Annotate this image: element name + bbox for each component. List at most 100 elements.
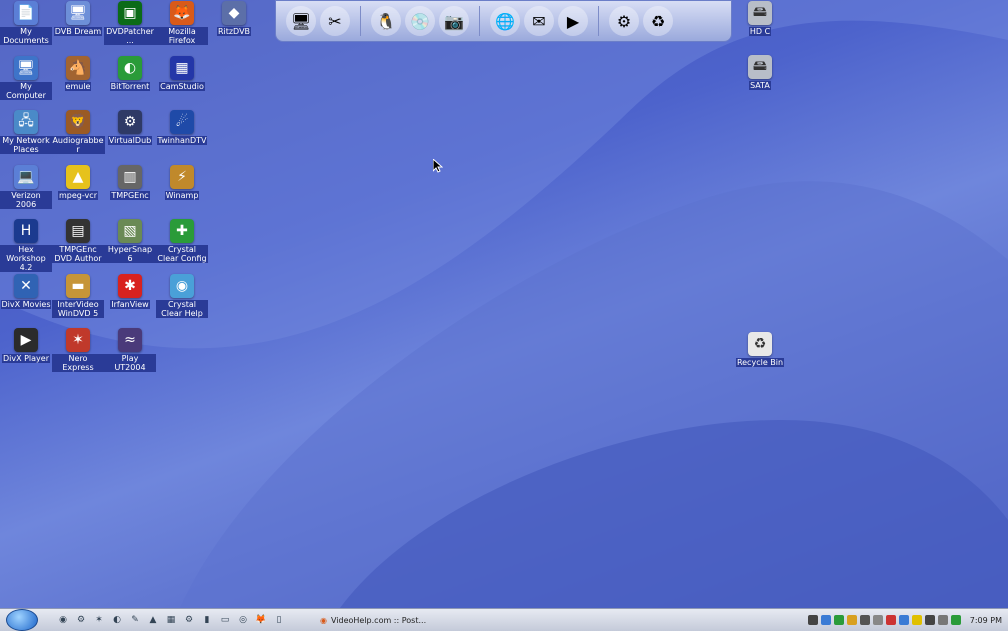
clock[interactable]: 7:09 PM [970, 616, 1002, 625]
desktop-icon-label: Recycle Bin [735, 358, 785, 367]
quick-launch-icon-11[interactable]: ◎ [236, 613, 250, 627]
quick-launch-icon-5[interactable]: ✎ [128, 613, 142, 627]
quick-launch-icon-6[interactable]: ▲ [146, 613, 160, 627]
camstudio-icon: ▦ [170, 56, 194, 80]
desktop-icon-winamp[interactable]: ⚡ Winamp [156, 165, 208, 200]
firefox-icon: ◉ [320, 615, 327, 625]
tray-icon-12[interactable] [950, 615, 961, 625]
desktop-icon-label: Crystal Clear Config [156, 245, 208, 263]
quick-launch-icon-12[interactable]: 🦊 [254, 613, 268, 627]
quick-launch-icon-8[interactable]: ⚙ [182, 613, 196, 627]
desktop-icon-twinhandtv[interactable]: ☄ TwinhanDTV [156, 110, 208, 145]
desktop-icon-label: HD C [748, 27, 772, 36]
quick-launch-icon-13[interactable]: ▯ [272, 613, 286, 627]
tray-icon-7[interactable] [885, 615, 896, 625]
monitor-icon[interactable]: 🖥 [286, 6, 316, 36]
taskbar-button-videohelp[interactable]: ◉ VideoHelp.com :: Post... [316, 611, 430, 629]
tmpgenc-icon: ▥ [118, 165, 142, 189]
desktop-icon-label: TMPGEnc DVD Author [52, 245, 104, 263]
quick-launch-icon-1[interactable]: ◉ [56, 613, 70, 627]
desktop-icon-ritzdvb[interactable]: ◆ RitzDVB [208, 1, 260, 36]
quick-launch-icon-10[interactable]: ▭ [218, 613, 232, 627]
desktop-icon-divx-movies[interactable]: ✕ DivX Movies [0, 274, 52, 309]
nero-express-icon: ✶ [66, 328, 90, 352]
tray-icon-3[interactable] [833, 615, 844, 625]
intervideo-windvd-5-icon: ▬ [66, 274, 90, 298]
recycle-bin-icon: ♻ [748, 332, 772, 356]
desktop-icon-label: IrfanView [110, 300, 150, 309]
globe-icon[interactable]: 🌐 [490, 6, 520, 36]
desktop-icon-intervideo-windvd-5[interactable]: ▬ InterVideo WinDVD 5 [52, 274, 104, 318]
desktop-icon-audiograbber[interactable]: 🦁 Audiograbber [51, 110, 105, 154]
desktop-icon-nero-express[interactable]: ✶ Nero Express [52, 328, 104, 372]
settings-gears-icon[interactable]: ⚙ [609, 6, 639, 36]
desktop-icon-mozilla-firefox[interactable]: 🦊 Mozilla Firefox [156, 1, 208, 45]
desktop-icon-divx-player[interactable]: ▶ DivX Player [0, 328, 52, 363]
quick-launch-icon-7[interactable]: ▦ [164, 613, 178, 627]
dock-group-drives: 🐧 💿 📷 [369, 6, 471, 36]
desktop-icon-label: mpeg-vcr [58, 191, 98, 200]
desktop-icon-mpeg-vcr[interactable]: ▲ mpeg-vcr [52, 165, 104, 200]
quick-launch-icon-2[interactable]: ⚙ [74, 613, 88, 627]
my-documents-icon: 📄 [14, 1, 38, 25]
tray-icon-10[interactable] [924, 615, 935, 625]
tray-icon-2[interactable] [820, 615, 831, 625]
quick-launch-icon-9[interactable]: ▮ [200, 613, 214, 627]
dock-group-internet: 🌐 ✉ ▶ [488, 6, 590, 36]
dock-group-system: 🖥 ✂ [284, 6, 352, 36]
quick-launch-icon-4[interactable]: ◐ [110, 613, 124, 627]
tray-icon-5[interactable] [859, 615, 870, 625]
tray-icon-8[interactable] [898, 615, 909, 625]
desktop-icon-label: My Computer [0, 82, 52, 100]
quick-launch-icon-3[interactable]: ✶ [92, 613, 106, 627]
ritzdvb-icon: ◆ [222, 1, 246, 25]
hypersnap-6-icon: ▧ [118, 219, 142, 243]
tmpgenc-dvd-author-icon: ▤ [66, 219, 90, 243]
desktop-icon-tmpgenc[interactable]: ▥ TMPGEnc [104, 165, 156, 200]
desktop-icon-my-computer[interactable]: 🖥 My Computer [0, 56, 52, 100]
desktop-icon-my-network-places[interactable]: 🖧 My Network Places [0, 110, 52, 154]
dock-separator [360, 6, 361, 36]
tray-icon-4[interactable] [846, 615, 857, 625]
disc-drive-icon[interactable]: 💿 [405, 6, 435, 36]
twinhandtv-icon: ☄ [170, 110, 194, 134]
recycle-icon[interactable]: ♻ [643, 6, 673, 36]
desktop-icon-camstudio[interactable]: ▦ CamStudio [156, 56, 208, 91]
desktop-icon-bittorrent[interactable]: ◐ BitTorrent [104, 56, 156, 91]
media-player-icon[interactable]: ▶ [558, 6, 588, 36]
desktop-icon-irfanview[interactable]: ✱ IrfanView [104, 274, 156, 309]
desktop-icon-verizon-2006[interactable]: 💻 Verizon 2006 [0, 165, 52, 209]
tray-icons [807, 615, 964, 625]
tray-icon-1[interactable] [807, 615, 818, 625]
crystal-clear-config-icon: ✚ [170, 219, 194, 243]
tools-icon[interactable]: ✂ [320, 6, 350, 36]
desktop-icon-hd-c[interactable]: 🖴 HD C [734, 1, 786, 36]
desktop-icon-label: CamStudio [159, 82, 205, 91]
desktop-icon-my-documents[interactable]: 📄 My Documents [0, 1, 52, 45]
desktop-icon-label: Crystal Clear Help [156, 300, 208, 318]
desktop-icon-label: DivX Player [1, 354, 51, 363]
desktop-icon-hypersnap-6[interactable]: ▧ HyperSnap 6 [104, 219, 156, 263]
camera-drive-icon[interactable]: 📷 [439, 6, 469, 36]
desktop-icon-label: emule [64, 82, 92, 91]
desktop-icon-sata[interactable]: 🖴 SATA [734, 55, 786, 90]
desktop-icon-dvb-dream[interactable]: 🖥 DVB Dream [52, 1, 104, 36]
desktop-icon-label: InterVideo WinDVD 5 [52, 300, 104, 318]
desktop-icon-crystal-clear-config[interactable]: ✚ Crystal Clear Config [156, 219, 208, 263]
desktop-icon-dvdpatcher[interactable]: ▣ DVDPatcher ... [104, 1, 156, 45]
desktop-icon-play-ut2004[interactable]: ≈ Play UT2004 [104, 328, 156, 372]
linux-drive-icon[interactable]: 🐧 [371, 6, 401, 36]
tray-icon-9[interactable] [911, 615, 922, 625]
desktop-icon-emule[interactable]: 🐴 emule [52, 56, 104, 91]
tray-icon-6[interactable] [872, 615, 883, 625]
desktop-icon-label: My Network Places [0, 136, 52, 154]
desktop-icon-hex-workshop-4-2[interactable]: H Hex Workshop 4.2 [0, 219, 52, 272]
mail-icon[interactable]: ✉ [524, 6, 554, 36]
task-label: VideoHelp.com :: Post... [330, 615, 427, 625]
desktop-icon-virtualdub[interactable]: ⚙ VirtualDub [104, 110, 156, 145]
start-button[interactable] [6, 609, 38, 631]
desktop-icon-tmpgenc-dvd-author[interactable]: ▤ TMPGEnc DVD Author [52, 219, 104, 263]
desktop-icon-crystal-clear-help[interactable]: ◉ Crystal Clear Help [156, 274, 208, 318]
desktop-icon-recycle-bin[interactable]: ♻ Recycle Bin [734, 332, 786, 367]
tray-icon-11[interactable] [937, 615, 948, 625]
